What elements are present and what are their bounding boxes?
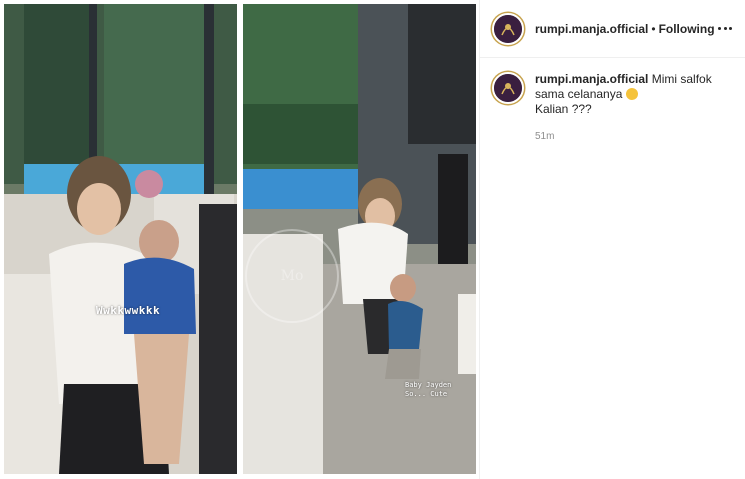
caption-body: rumpi.manja.official Mimi salfok sama ce…	[535, 72, 735, 144]
right-overlay-line2: So... Cute	[405, 390, 448, 398]
header-separator: •	[651, 21, 656, 36]
laughing-emoji-icon	[625, 88, 638, 100]
avatar-logo-icon	[494, 74, 522, 102]
video-still-left: Wwkkwwkkk	[4, 4, 237, 474]
post-sidebar: rumpi.manja.official • Following rumpi.man…	[479, 0, 745, 479]
more-horizontal-icon[interactable]	[716, 19, 734, 37]
following-button[interactable]: Following	[659, 22, 715, 36]
caption-text-line3: Kalian ???	[535, 102, 592, 116]
caption-username[interactable]: rumpi.manja.official	[535, 72, 648, 86]
avatar-logo-icon	[494, 14, 522, 43]
video-still-right: Mo Baby Jayden So... Cute	[243, 4, 476, 474]
avatar[interactable]	[492, 12, 524, 45]
header-username[interactable]: rumpi.manja.official	[535, 22, 648, 36]
left-photo	[4, 4, 237, 474]
instagram-post: Wwkkwwkkk Mo Baby Jayden So... Cute rump…	[0, 0, 745, 479]
left-overlay-text: Wwkkwwkkk	[96, 304, 161, 317]
post-header: rumpi.manja.official • Following	[480, 0, 745, 58]
caption-comment: rumpi.manja.official Mimi salfok sama ce…	[480, 72, 745, 144]
caption-avatar[interactable]	[492, 72, 524, 104]
caption-text-line1: Mimi salfok	[651, 72, 712, 86]
header-text: rumpi.manja.official • Following	[535, 22, 715, 36]
watermark-logo: Mo	[245, 229, 339, 323]
caption-timestamp[interactable]: 51m	[535, 129, 735, 144]
caption-text-line2: sama celananya	[535, 87, 623, 101]
post-media[interactable]: Wwkkwwkkk Mo Baby Jayden So... Cute	[4, 4, 476, 474]
right-overlay-caption: Baby Jayden So... Cute	[405, 381, 475, 399]
right-overlay-line1: Baby Jayden	[405, 381, 452, 389]
